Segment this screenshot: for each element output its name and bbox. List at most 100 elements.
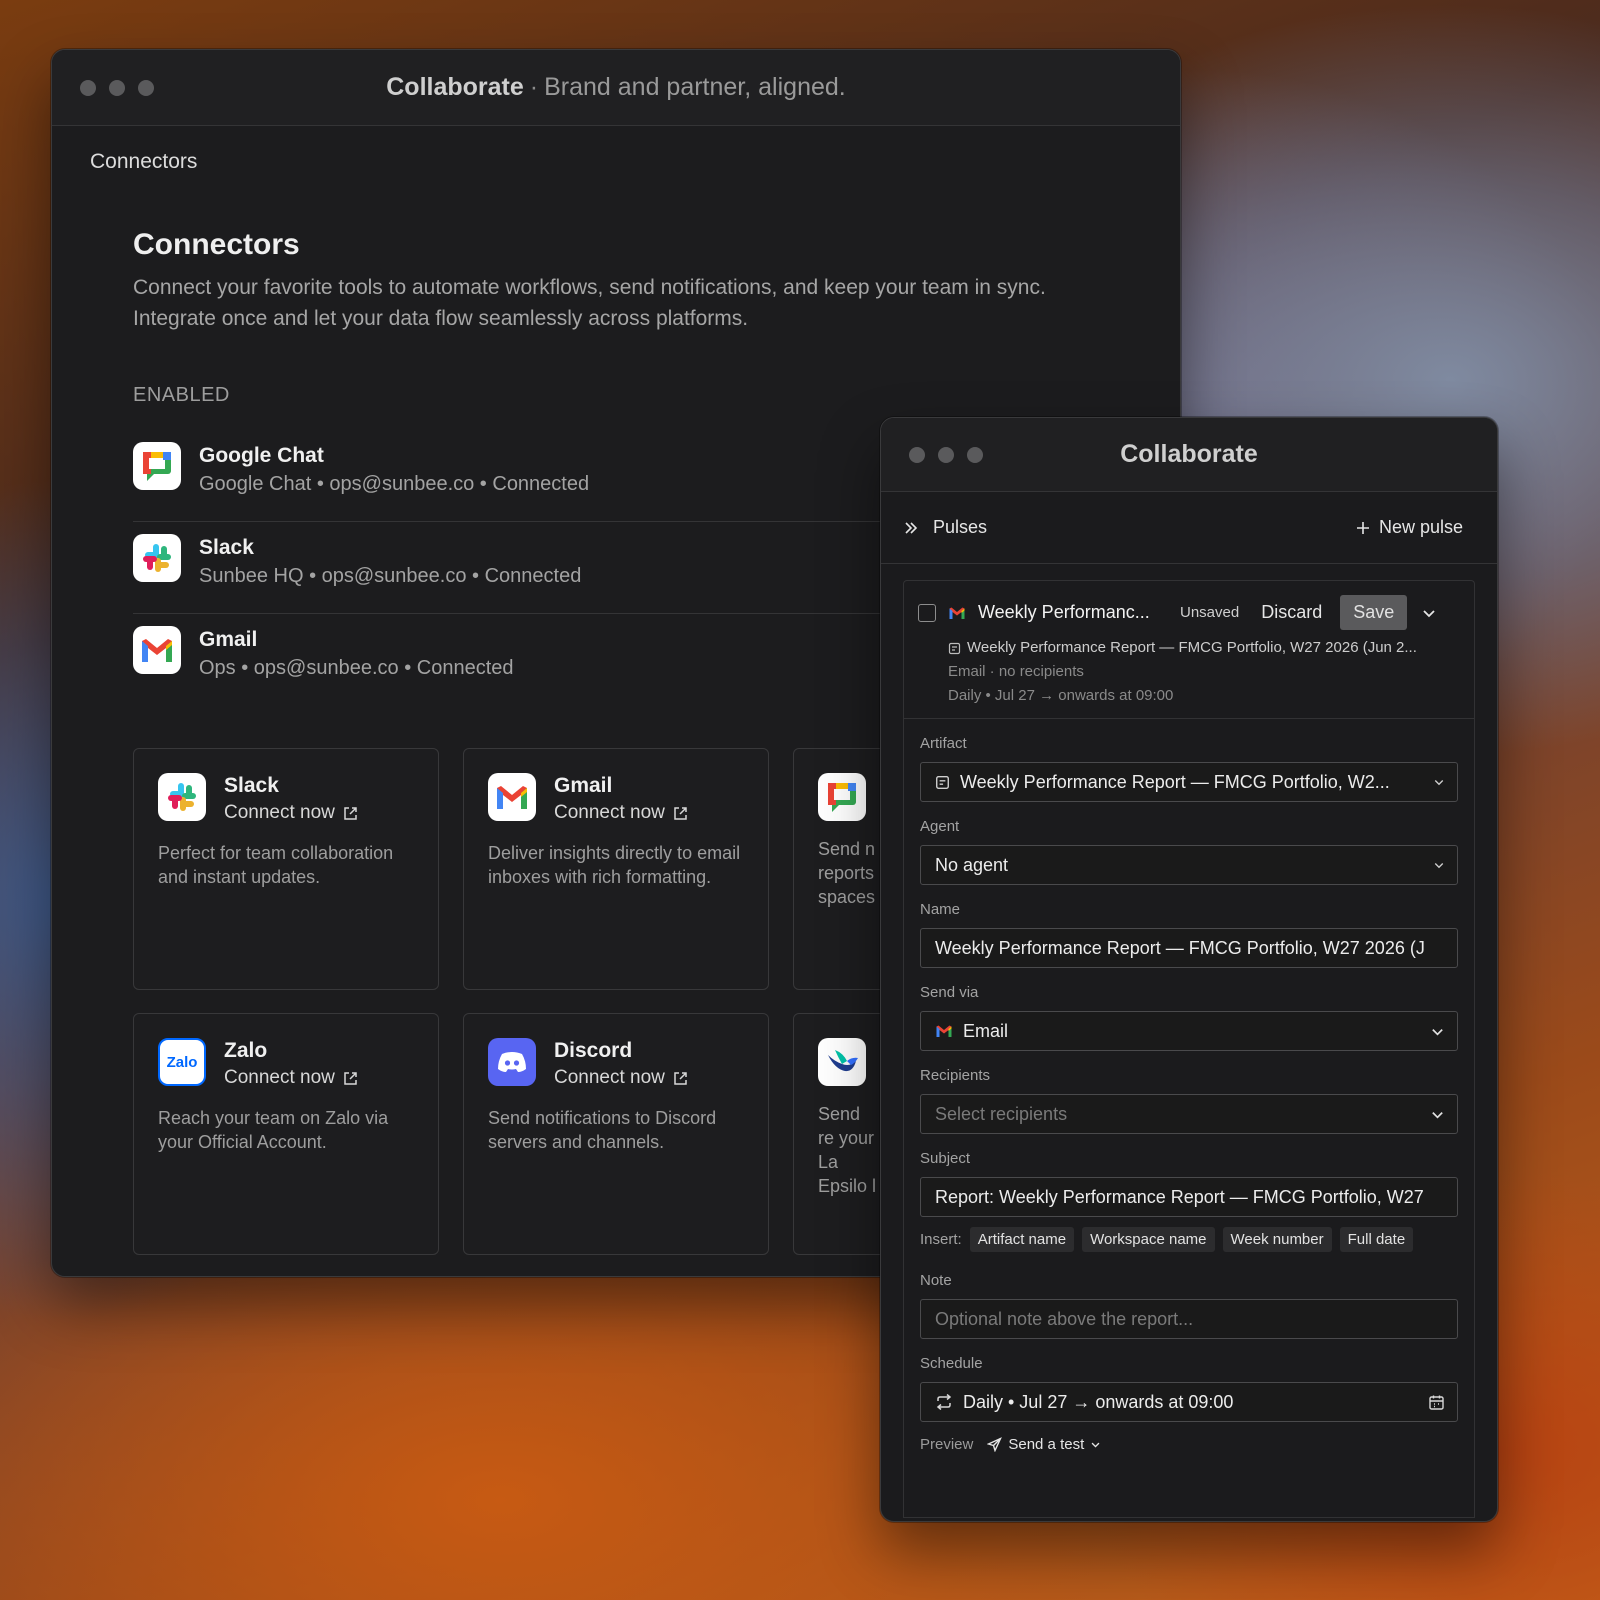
gmail-icon — [936, 1025, 952, 1037]
subject-label: Subject — [920, 1150, 971, 1167]
repeat-icon — [936, 1394, 952, 1410]
gmail-icon — [949, 607, 965, 619]
insert-chip-week-number[interactable]: Week number — [1222, 1227, 1332, 1252]
unsaved-status: Unsaved — [1180, 604, 1240, 621]
schedule-picker[interactable]: Daily • Jul 27 → onwards at 09:00 — [920, 1382, 1458, 1422]
plus-icon — [1356, 521, 1369, 534]
calendar-icon[interactable] — [1428, 1394, 1445, 1411]
google-chat-icon — [133, 442, 181, 490]
connector-card-discord[interactable]: Discord Connect now Send notifications t… — [463, 1013, 769, 1255]
insert-chip-workspace-name[interactable]: Workspace name — [1082, 1227, 1215, 1252]
slack-icon — [133, 534, 181, 582]
preview-label: Preview — [920, 1436, 974, 1453]
schedule-value: Daily • Jul 27 → onwards at 09:00 — [963, 1391, 1234, 1412]
insert-label: Insert: — [920, 1231, 962, 1248]
insert-variables: Insert: Artifact name Workspace name Wee… — [920, 1227, 1458, 1252]
card-name: Slack — [224, 774, 279, 797]
external-link-icon — [674, 1071, 687, 1085]
close-window-button[interactable] — [909, 446, 925, 463]
page-description: Connect your favorite tools to automate … — [133, 276, 1046, 330]
pulse-editor-window: Collaborate Pulses New pulse Weekly Perf… — [880, 417, 1498, 1522]
chevron-down-icon — [1434, 780, 1444, 786]
connect-now-label: Connect now — [554, 1067, 665, 1088]
chevrons-right-icon[interactable] — [903, 520, 919, 536]
pulse-title[interactable]: Weekly Performanc... — [978, 602, 1166, 623]
pulses-label: Pulses — [933, 517, 988, 537]
card-name: Zalo — [224, 1039, 268, 1062]
minimize-window-button[interactable] — [938, 446, 954, 463]
gmail-icon — [488, 773, 536, 821]
connect-now-link[interactable]: Connect now — [554, 1064, 688, 1092]
external-link-icon — [344, 806, 357, 820]
connect-now-link[interactable]: Connect now — [554, 799, 688, 827]
pulse-channel-line: Email · no recipients — [948, 663, 1084, 680]
save-button[interactable]: Save — [1340, 595, 1408, 630]
pulse-schedule-line: Daily • Jul 27 → onwards at 09:00 — [948, 687, 1174, 704]
window-titlebar: Collaborate — [881, 418, 1497, 492]
title-separator: · — [529, 73, 539, 101]
window-subtitle: Brand and partner, aligned. — [544, 73, 846, 101]
connector-card-zalo[interactable]: Zalo Zalo Connect now Reach your team on… — [133, 1013, 439, 1255]
insert-chip-full-date[interactable]: Full date — [1339, 1227, 1414, 1252]
name-label: Name — [920, 901, 961, 918]
close-window-button[interactable] — [80, 79, 96, 96]
note-label: Note — [920, 1272, 952, 1289]
note-placeholder: Optional note above the report... — [935, 1308, 1194, 1329]
minimize-window-button[interactable] — [109, 79, 125, 96]
artifact-select[interactable]: Weekly Performance Report — FMCG Portfol… — [920, 762, 1458, 802]
send-test-button[interactable]: Send a test — [987, 1436, 1101, 1453]
maximize-window-button[interactable] — [138, 79, 154, 96]
enabled-section-label: ENABLED — [133, 384, 230, 406]
connector-meta: Google Chat • ops@sunbee.co • Connected — [199, 473, 590, 495]
external-link-icon — [344, 1071, 357, 1085]
pulse-item: Weekly Performanc... Unsaved Discard Sav… — [903, 580, 1475, 718]
recipients-select[interactable]: Select recipients — [920, 1094, 1458, 1134]
window-controls — [80, 79, 154, 96]
pulse-select-checkbox[interactable] — [918, 603, 936, 622]
discard-button[interactable]: Discard — [1261, 602, 1322, 623]
slack-icon — [158, 773, 206, 821]
connect-now-link[interactable]: Connect now — [224, 799, 358, 827]
new-pulse-label: New pulse — [1378, 517, 1463, 537]
pulse-artifact-text: Weekly Performance Report — FMCG Portfol… — [967, 639, 1417, 656]
subject-input[interactable]: Report: Weekly Performance Report — FMCG… — [920, 1177, 1458, 1217]
connector-card-gmail[interactable]: Gmail Connect now Deliver insights direc… — [463, 748, 769, 990]
send-via-value: Email — [963, 1020, 1009, 1041]
chevron-down-icon — [1432, 1111, 1443, 1119]
pulse-expand-button[interactable] — [1421, 605, 1437, 621]
name-input[interactable]: Weekly Performance Report — FMCG Portfol… — [920, 928, 1458, 968]
google-chat-icon — [818, 773, 866, 821]
maximize-window-button[interactable] — [967, 446, 983, 463]
card-description: Send re your La Epsilo l — [818, 1104, 877, 1196]
card-name: Gmail — [554, 774, 613, 797]
report-icon — [936, 775, 949, 789]
agent-select[interactable]: No agent — [920, 845, 1458, 885]
connect-now-label: Connect now — [554, 802, 665, 823]
breadcrumb[interactable]: Connectors — [90, 150, 197, 174]
subject-value: Report: Weekly Performance Report — FMCG… — [935, 1186, 1424, 1207]
connector-meta: Sunbee HQ • ops@sunbee.co • Connected — [199, 565, 582, 587]
connector-meta: Ops • ops@sunbee.co • Connected — [199, 657, 514, 679]
chevron-down-icon — [1432, 1028, 1443, 1036]
connector-name: Slack — [199, 536, 254, 559]
send-via-label: Send via — [920, 984, 979, 1001]
new-pulse-button[interactable]: New pulse — [1355, 517, 1463, 538]
external-link-icon — [674, 806, 687, 820]
connector-name: Google Chat — [199, 444, 324, 467]
note-input[interactable]: Optional note above the report... — [920, 1299, 1458, 1339]
connector-card-slack[interactable]: Slack Connect now Perfect for team colla… — [133, 748, 439, 990]
chevron-down-icon — [1091, 1442, 1100, 1448]
card-description: Send n reports spaces — [818, 839, 876, 907]
send-via-select[interactable]: Email — [920, 1011, 1458, 1051]
window-title: Collaborate — [386, 73, 524, 101]
send-icon — [987, 1437, 1003, 1452]
lark-icon — [818, 1038, 866, 1086]
pulse-artifact-line: Weekly Performance Report — FMCG Portfol… — [948, 636, 1460, 660]
connector-name: Gmail — [199, 628, 258, 651]
connect-now-link[interactable]: Connect now — [224, 1064, 358, 1092]
discord-icon — [488, 1038, 536, 1086]
connect-now-label: Connect now — [224, 802, 335, 823]
agent-label: Agent — [920, 818, 960, 835]
schedule-label: Schedule — [920, 1355, 983, 1372]
insert-chip-artifact-name[interactable]: Artifact name — [969, 1227, 1075, 1252]
